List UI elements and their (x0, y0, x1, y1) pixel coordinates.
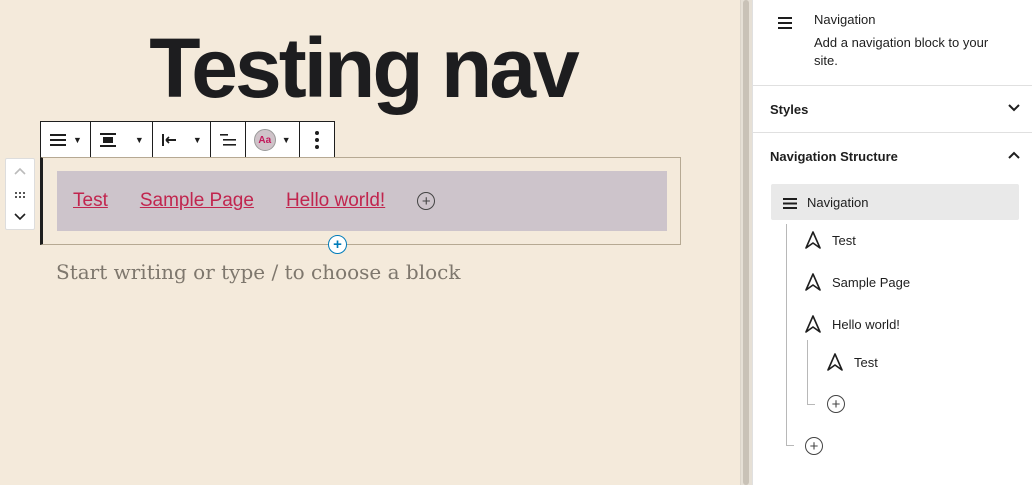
page-title[interactable]: Testing nav (0, 18, 726, 118)
menu-icon (778, 16, 794, 34)
navigation-link-icon (805, 315, 821, 338)
block-title: Navigation (814, 12, 876, 27)
nav-link-sample-page[interactable]: Sample Page (140, 190, 254, 212)
menu-icon (49, 131, 67, 149)
chevron-down-icon (1007, 100, 1021, 118)
caret-down-icon: ▼ (73, 135, 82, 145)
tree-item-test-child[interactable]: Test (827, 352, 1017, 376)
transform-button[interactable]: ▼ (41, 122, 91, 158)
text-color-button[interactable]: Aa ▼ (246, 122, 300, 158)
nav-link-hello-world[interactable]: Hello world! (286, 190, 385, 212)
menu-icon (783, 196, 797, 214)
tree-item-label: Test (832, 233, 856, 248)
tree-connector (807, 340, 808, 405)
justification-button[interactable]: ▼ (91, 122, 153, 158)
tree-item-label: Hello world! (832, 317, 900, 332)
tree-item-label: Sample Page (832, 275, 911, 290)
structure-label: Navigation Structure (770, 149, 898, 164)
navigation-link-icon (805, 273, 821, 296)
chevron-up-icon (1007, 147, 1021, 165)
add-submenu-item-button[interactable]: + (827, 395, 845, 413)
block-toolbar: ▼ ▼ ▼ Aa ▼ (40, 121, 335, 158)
settings-sidebar: Navigation Add a navigation block to you… (752, 0, 1032, 485)
item-alignment-button[interactable]: ▼ (153, 122, 211, 158)
block-mover (5, 158, 35, 230)
caret-down-icon: ▼ (281, 135, 291, 145)
scrollbar[interactable] (743, 0, 749, 485)
list-view-button[interactable] (211, 122, 246, 158)
navigation-link-icon (827, 353, 843, 376)
tree-connector (807, 404, 815, 405)
styles-label: Styles (770, 102, 809, 117)
block-placeholder[interactable]: Start writing or type / to choose a bloc… (56, 260, 460, 284)
tree-item-label: Test (854, 355, 878, 370)
caret-down-icon: ▼ (192, 135, 202, 145)
tree-item-sample-page[interactable]: Sample Page (805, 272, 1015, 296)
tree-item-label: Navigation (807, 195, 869, 210)
add-nav-item-button[interactable]: + (805, 437, 823, 455)
chevron-down-icon[interactable] (14, 211, 26, 223)
chevron-up-icon[interactable] (14, 165, 26, 177)
tree-item-navigation[interactable]: Navigation (771, 184, 1019, 220)
tree-item-hello-world[interactable]: Hello world! (805, 314, 1015, 338)
block-description: Add a navigation block to your site. (814, 35, 989, 68)
more-icon (308, 131, 326, 149)
justify-icon (99, 131, 117, 149)
more-options-button[interactable] (300, 122, 334, 158)
tree-connector (786, 224, 787, 446)
nav-link-test[interactable]: Test (73, 190, 108, 212)
block-card: Navigation Add a navigation block to you… (753, 0, 1032, 86)
tree-connector (786, 445, 794, 446)
navigation-link-icon (805, 231, 821, 254)
add-nav-item-button[interactable]: + (417, 192, 436, 210)
drag-icon[interactable] (15, 188, 25, 200)
text-color-icon: Aa (253, 129, 276, 151)
add-block-button[interactable]: + (328, 235, 347, 254)
navigation-links: Test Sample Page Hello world! + (57, 171, 667, 231)
structure-panel-toggle[interactable]: Navigation Structure (753, 133, 1032, 180)
editor-canvas: Testing nav ▼ ▼ ▼ Aa ▼ Test Sample Page … (0, 0, 740, 485)
styles-panel-toggle[interactable]: Styles (753, 86, 1032, 133)
list-icon (219, 131, 237, 149)
align-left-icon (161, 131, 179, 149)
caret-down-icon: ▼ (134, 135, 144, 145)
tree-item-test[interactable]: Test (805, 230, 1015, 254)
